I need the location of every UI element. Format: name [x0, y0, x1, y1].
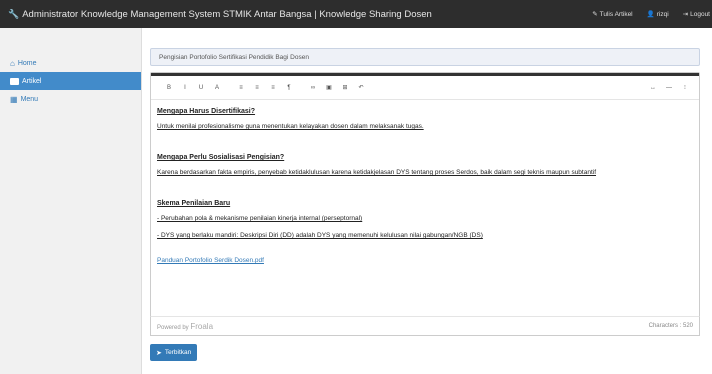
- user-menu[interactable]: 👤 rizqi: [647, 10, 669, 18]
- grid-icon: ▦: [10, 94, 18, 104]
- horizontal-line-button[interactable]: —: [661, 85, 677, 91]
- content-paragraph: Karena berdasarkan fakta empiris, penyeb…: [157, 169, 597, 176]
- brand[interactable]: 🔧 Administrator Knowledge Management Sys…: [0, 9, 432, 20]
- logout-link[interactable]: ⇥ Logout: [683, 10, 710, 18]
- image-button[interactable]: ▣: [321, 84, 337, 91]
- article-title-input[interactable]: Pengisian Portofolio Sertifikasi Pendidi…: [150, 48, 700, 66]
- align-button[interactable]: ≡: [265, 85, 281, 91]
- character-count: Characters : 520: [648, 323, 693, 329]
- content-heading: Skema Penilaian Baru: [157, 200, 231, 207]
- logout-icon: ⇥: [682, 11, 689, 18]
- powered-by[interactable]: Powered by Froala: [157, 322, 213, 331]
- sidebar-item-artikel[interactable]: Artikel: [0, 72, 141, 90]
- table-button[interactable]: ⊞: [337, 84, 353, 91]
- undo-button[interactable]: ↶: [353, 84, 369, 91]
- paragraph-button[interactable]: ¶: [281, 85, 297, 91]
- sidebar-item-home[interactable]: ⌂ Home: [0, 54, 141, 72]
- more-button[interactable]: ⁝: [677, 84, 693, 91]
- publish-button[interactable]: ➤ Terbitkan: [150, 344, 198, 361]
- content-paragraph: Untuk menilai profesionalisme guna menen…: [157, 123, 424, 130]
- list-item: - DYS yang berlaku mandiri: Deskripsi Di…: [157, 232, 483, 239]
- top-navbar: 🔧 Administrator Knowledge Management Sys…: [0, 0, 712, 28]
- content-heading: Mengapa Harus Disertifikasi?: [157, 108, 256, 115]
- content-heading: Mengapa Perlu Sosialisasi Pengisian?: [157, 154, 285, 161]
- fullscreen-button[interactable]: ↔: [645, 85, 661, 91]
- article-icon: [10, 77, 19, 85]
- list-item: - Perubahan pola & mekanisme penilaian k…: [157, 215, 363, 222]
- sidebar-item-menu[interactable]: ▦ Menu: [0, 90, 141, 108]
- user-icon: 👤: [646, 11, 655, 18]
- sidebar: ⌂ Home Artikel ▦ Menu: [0, 28, 142, 374]
- nav-right: ✎ Tulis Artikel 👤 rizqi ⇥ Logout: [592, 0, 712, 28]
- pencil-icon: ✎: [592, 11, 598, 18]
- write-article-link[interactable]: ✎ Tulis Artikel: [592, 10, 632, 18]
- main-content: Pengisian Portofolio Sertifikasi Pendidi…: [142, 28, 712, 374]
- italic-button[interactable]: I: [177, 85, 193, 91]
- ordered-list-button[interactable]: ≡: [233, 85, 249, 91]
- attachment-link[interactable]: Panduan Portofolio Serdik Dosen.pdf: [157, 257, 693, 264]
- underline-button[interactable]: U: [193, 85, 209, 91]
- home-icon: ⌂: [10, 58, 15, 68]
- wrench-icon: 🔧: [8, 8, 20, 19]
- link-button[interactable]: ∞: [305, 85, 321, 91]
- bold-button[interactable]: B: [161, 85, 177, 91]
- send-icon: ➤: [156, 349, 162, 357]
- editor-content[interactable]: Mengapa Harus Disertifikasi? Untuk menil…: [151, 100, 699, 272]
- editor-toolbar: B I U A ≡ ≡ ≡ ¶ ∞ ▣ ⊞ ↶ ↔ — ⁝: [151, 73, 699, 100]
- brand-title: Administrator Knowledge Management Syste…: [22, 8, 432, 20]
- unordered-list-button[interactable]: ≡: [249, 85, 265, 91]
- editor-footer: Powered by Froala Characters : 520: [150, 316, 700, 336]
- froala-logo: Froala: [190, 321, 214, 331]
- font-color-button[interactable]: A: [209, 85, 225, 91]
- rich-text-editor[interactable]: B I U A ≡ ≡ ≡ ¶ ∞ ▣ ⊞ ↶ ↔ — ⁝ Mengapa Ha…: [150, 72, 700, 322]
